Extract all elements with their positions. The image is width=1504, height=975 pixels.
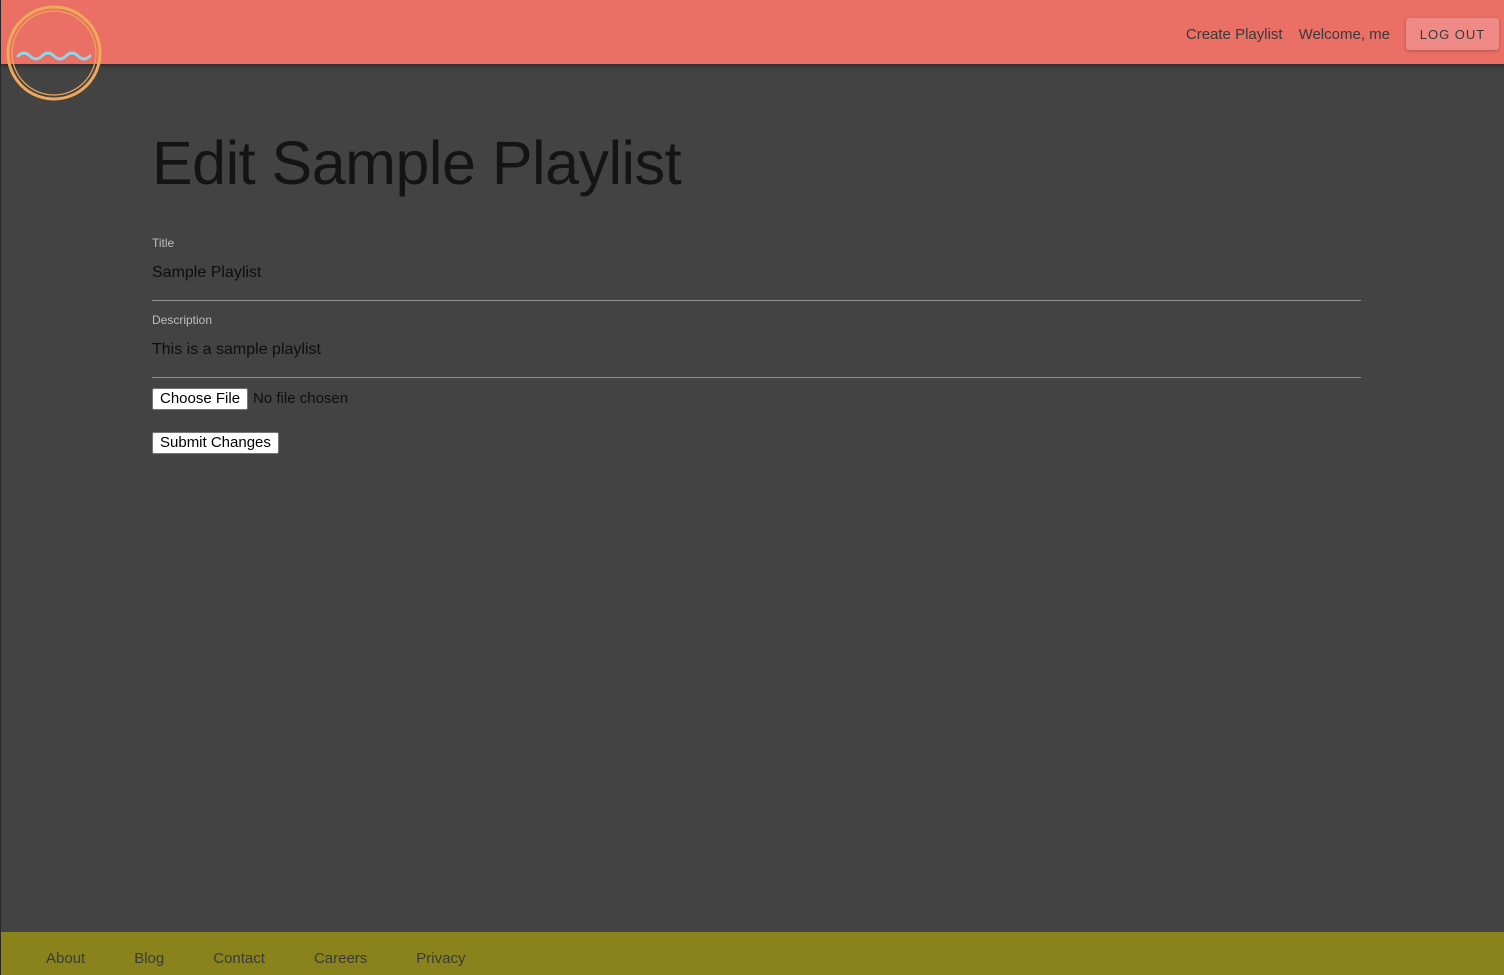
footer-link-contact[interactable]: Contact — [213, 950, 265, 967]
title-label: Title — [152, 236, 175, 250]
title-field: Title — [152, 236, 1361, 301]
welcome-text: Welcome, me — [1298, 25, 1390, 43]
choose-file-button[interactable]: Choose File — [152, 387, 249, 410]
wave-circle-logo-icon[interactable] — [6, 5, 102, 101]
footer-link-about[interactable]: About — [46, 950, 85, 967]
footer-link-careers[interactable]: Careers — [314, 950, 367, 967]
file-status-text: No file chosen — [253, 390, 349, 407]
page-title: Edit Sample Playlist — [152, 129, 682, 197]
footer: About Blog Contact Careers Privacy — [1, 932, 1504, 975]
description-input[interactable] — [152, 337, 1361, 363]
edit-playlist-form-section: Edit Sample Playlist Title Description C… — [152, 120, 1361, 454]
navbar-menu: Create Playlist Welcome, me LOG OUT — [1186, 18, 1499, 50]
description-field: Description — [152, 313, 1361, 378]
description-label: Description — [152, 313, 213, 327]
submit-changes-button[interactable]: Submit Changes — [152, 432, 279, 454]
logout-button[interactable]: LOG OUT — [1406, 18, 1499, 50]
footer-link-privacy[interactable]: Privacy — [416, 950, 465, 967]
footer-links: About Blog Contact Careers Privacy — [46, 950, 514, 967]
submit-row: Submit Changes — [152, 432, 1361, 454]
title-input[interactable] — [152, 260, 1361, 286]
footer-link-blog[interactable]: Blog — [134, 950, 164, 967]
logo-graphic — [6, 5, 102, 101]
page: Create Playlist Welcome, me LOG OUT Edit… — [0, 0, 1504, 975]
create-playlist-link[interactable]: Create Playlist — [1186, 26, 1283, 43]
top-navbar: Create Playlist Welcome, me LOG OUT — [1, 0, 1504, 64]
file-upload-row: Choose File No file chosen — [152, 387, 1361, 410]
